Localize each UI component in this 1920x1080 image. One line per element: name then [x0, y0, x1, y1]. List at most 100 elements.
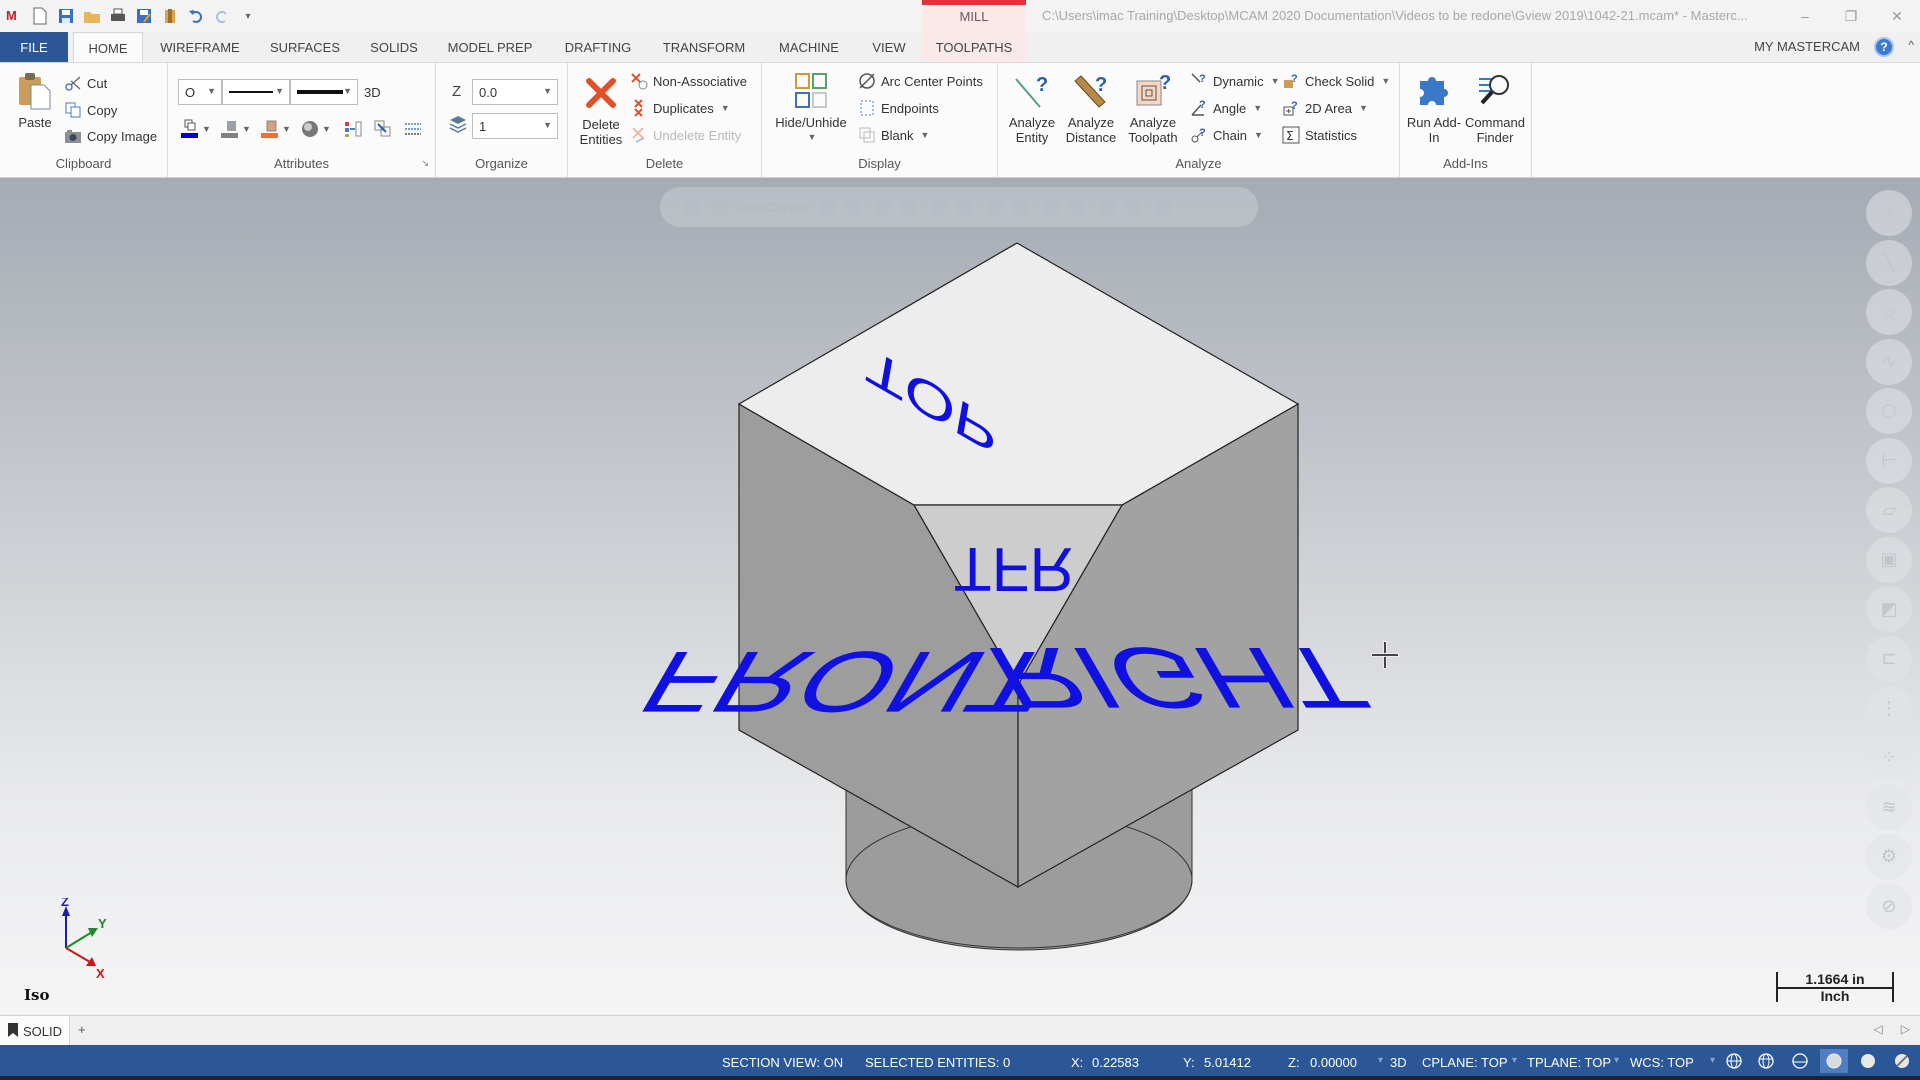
line-width-select[interactable]: ▼	[290, 79, 358, 105]
tab-wireframe[interactable]: WIREFRAME	[150, 32, 250, 62]
add-sheet-button[interactable]: +	[78, 1022, 86, 1037]
tab-surfaces[interactable]: SURFACES	[262, 32, 348, 62]
analyze-toolpath-button[interactable]: ? Analyze Toolpath	[1122, 71, 1184, 145]
view-cube-model[interactable]: TOP TFR FRONT RIGHT	[0, 178, 1920, 1015]
save-icon[interactable]	[56, 6, 76, 26]
point-style-select[interactable]: O ▼	[178, 79, 222, 105]
graphics-viewport[interactable]: AutoCursor TOP TFR FRONT RIGHT + ╲ ○ ∿ ⬡…	[0, 178, 1920, 1015]
tplane-status[interactable]: TPLANE: TOP	[1527, 1055, 1611, 1070]
restore-button[interactable]: ❐	[1828, 0, 1874, 32]
mode-3d-toggle[interactable]: 3D	[1390, 1055, 1407, 1070]
command-finder-button[interactable]: Command Finder	[1462, 71, 1528, 145]
level-manager-tool-icon[interactable]: ⊏	[1866, 635, 1912, 682]
undelete-entity-button[interactable]: Undelete Entity	[630, 125, 741, 145]
new-file-icon[interactable]	[30, 6, 50, 26]
tab-drafting[interactable]: DRAFTING	[556, 32, 640, 62]
wireframe-color-button[interactable]: ▼	[180, 119, 211, 139]
app-logo-icon[interactable]: M	[4, 6, 24, 26]
sheet-tab-solid[interactable]: SOLID	[0, 1016, 70, 1046]
circle-tool-icon[interactable]: ○	[1866, 289, 1912, 335]
hidden-line-globe-icon[interactable]	[1752, 1049, 1780, 1073]
wcs-status[interactable]: WCS: TOP	[1630, 1055, 1694, 1070]
spline-tool-icon[interactable]: ∿	[1866, 338, 1912, 385]
save-as-icon[interactable]	[134, 6, 154, 26]
tab-model-prep[interactable]: MODEL PREP	[440, 32, 540, 62]
surface-tool-icon[interactable]: ▱	[1866, 487, 1912, 533]
translucency-sphere-icon[interactable]	[1888, 1049, 1916, 1073]
tab-view[interactable]: VIEW	[864, 32, 914, 62]
minimize-button[interactable]: –	[1782, 0, 1828, 32]
solid-tool-icon[interactable]: ▣	[1866, 536, 1912, 583]
set-all-button[interactable]	[344, 119, 362, 139]
cplane-status[interactable]: CPLANE: TOP	[1422, 1055, 1508, 1070]
line-tool-icon[interactable]: ╲	[1866, 239, 1912, 286]
level-select[interactable]: 1 ▼	[472, 113, 558, 139]
point-tool-icon[interactable]: +	[1866, 190, 1912, 236]
tab-transform[interactable]: TRANSFORM	[654, 32, 754, 62]
right-side-toolbar: + ╲ ○ ∿ ⬡ ⊢ ▱ ▣ ◩ ⊏ ⋮ ⁘ ≋ ⚙ ⊘	[1866, 190, 1912, 929]
paste-button[interactable]: Paste	[12, 71, 58, 130]
customize-qat-icon[interactable]: ▾	[238, 6, 258, 26]
groups-tool-icon[interactable]: ⁘	[1866, 734, 1912, 781]
shaded-edges-sphere-icon[interactable]	[1854, 1049, 1882, 1073]
transform-tool-icon[interactable]: ◩	[1866, 586, 1912, 632]
close-button[interactable]: ✕	[1874, 0, 1920, 32]
line-style-select[interactable]: ▼	[222, 79, 290, 105]
redo-icon[interactable]	[212, 6, 232, 26]
z-depth-input[interactable]: 0.0 ▼	[472, 79, 558, 105]
tab-home[interactable]: HOME	[73, 32, 143, 63]
solid-view-tool-icon[interactable]: ⬡	[1866, 388, 1912, 434]
undo-icon[interactable]	[186, 6, 206, 26]
run-addin-button[interactable]: Run Add-In	[1406, 71, 1462, 145]
tab-machine[interactable]: MACHINE	[770, 32, 848, 62]
non-associative-button[interactable]: Non-Associative	[630, 71, 747, 91]
properties-icon[interactable]	[160, 6, 180, 26]
addins-group-label: Add-Ins	[1443, 156, 1488, 171]
sheet-prev-icon[interactable]: ◁	[1874, 1022, 1883, 1036]
dimension-tool-icon[interactable]: ⊢	[1866, 437, 1912, 484]
change-attributes-button[interactable]	[374, 119, 392, 139]
copy-image-button[interactable]: Copy Image	[64, 126, 157, 146]
surface-color-button[interactable]: ▼	[260, 119, 291, 139]
solid-color-button[interactable]: ▼	[220, 119, 251, 139]
hide-unhide-button[interactable]: Hide/Unhide ▼	[770, 71, 852, 145]
clear-tool-icon[interactable]: ⊘	[1866, 883, 1912, 929]
analyze-distance-button[interactable]: ? Analyze Distance	[1060, 71, 1122, 145]
blank-button[interactable]: Blank ▼	[858, 125, 929, 145]
shaded-sphere-icon[interactable]	[1820, 1049, 1848, 1073]
collapse-ribbon-icon[interactable]: ^	[1908, 38, 1914, 52]
clear-colors-button[interactable]	[404, 119, 422, 139]
duplicates-button[interactable]: Duplicates ▼	[630, 98, 730, 118]
layers-tool-icon[interactable]: ≋	[1866, 784, 1912, 830]
addins-group: Run Add-In Command Finder Add-Ins	[1400, 63, 1532, 177]
check-solid-button[interactable]: ? Check Solid ▼	[1282, 71, 1390, 91]
material-button[interactable]: ▼	[300, 119, 331, 139]
2d-area-button[interactable]: ? 2D Area ▼	[1282, 98, 1368, 118]
tab-solids[interactable]: SOLIDS	[360, 32, 428, 62]
line-mode-toggle[interactable]: 3D	[364, 82, 381, 102]
section-view-status[interactable]: SECTION VIEW: ON	[722, 1055, 843, 1070]
copy-button[interactable]: Copy	[64, 100, 117, 120]
print-icon[interactable]	[108, 6, 128, 26]
tab-file[interactable]: FILE	[0, 32, 68, 62]
cut-button[interactable]: Cut	[64, 73, 107, 93]
wireframe-globe-icon[interactable]	[1720, 1049, 1748, 1073]
toolpath-tool-icon[interactable]: ⋮	[1866, 685, 1912, 731]
delete-entities-button[interactable]: Delete Entities	[576, 73, 626, 147]
endpoints-button[interactable]: Endpoints	[858, 98, 939, 118]
help-icon[interactable]: ?	[1874, 37, 1894, 57]
arc-center-points-button[interactable]: Arc Center Points	[858, 71, 983, 91]
settings-tool-icon[interactable]: ⚙	[1866, 833, 1912, 880]
my-mastercam-link[interactable]: MY MASTERCAM	[1754, 39, 1860, 54]
selected-entities-status: SELECTED ENTITIES: 0	[865, 1055, 1011, 1070]
chain-button[interactable]: ? Chain ▼	[1190, 125, 1263, 145]
sheet-next-icon[interactable]: ▷	[1901, 1022, 1910, 1036]
shaded-outline-globe-icon[interactable]	[1786, 1049, 1814, 1073]
dynamic-button[interactable]: ? Dynamic ▼	[1190, 71, 1280, 91]
tab-toolpaths[interactable]: TOOLPATHS	[928, 32, 1020, 62]
open-folder-icon[interactable]	[82, 6, 102, 26]
angle-button[interactable]: ? Angle ▼	[1190, 98, 1262, 118]
attributes-launcher-icon[interactable]: ↘	[421, 158, 429, 169]
statistics-button[interactable]: Σ Statistics	[1282, 125, 1357, 145]
analyze-entity-button[interactable]: ? Analyze Entity	[1004, 71, 1060, 145]
